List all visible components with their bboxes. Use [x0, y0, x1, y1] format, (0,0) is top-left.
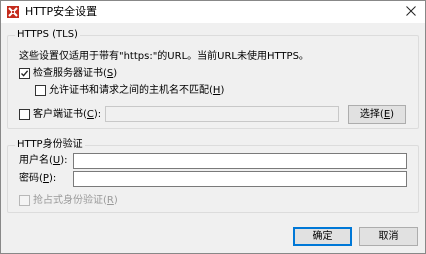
- https-note: 这些设置仅适用于带有"https:"的URL。当前URL未使用HTTPS。: [19, 51, 309, 62]
- allow-mismatch-label[interactable]: 允许证书和请求之间的主机名不匹配(H): [49, 85, 224, 97]
- check-server-cert-label[interactable]: 检查服务器证书(S): [33, 68, 117, 80]
- cancel-button[interactable]: 取消: [359, 227, 418, 246]
- preemptive-auth-label[interactable]: 抢占式身份验证(R): [33, 195, 118, 207]
- close-button[interactable]: [401, 3, 421, 21]
- check-server-cert-checkbox[interactable]: [19, 68, 30, 79]
- window-title: HTTP安全设置: [25, 5, 98, 18]
- client-cert-label[interactable]: 客户端证书(C):: [33, 109, 101, 121]
- password-label: 密码(P):: [19, 173, 57, 184]
- app-logo-icon: [7, 6, 19, 18]
- username-label: 用户名(U):: [19, 155, 68, 166]
- preemptive-auth-checkbox[interactable]: [19, 195, 30, 206]
- title-bar[interactable]: HTTP安全设置: [1, 1, 425, 23]
- https-group-legend: HTTPS (TLS): [15, 29, 80, 41]
- http-security-dialog: HTTP安全设置 HTTPS (TLS) 这些设置仅适用于带有"https:"的…: [0, 0, 426, 254]
- auth-group-legend: HTTP身份验证: [15, 139, 85, 151]
- ok-button[interactable]: 确定: [293, 227, 352, 246]
- close-icon: [406, 5, 416, 19]
- username-input[interactable]: [73, 153, 407, 169]
- client-cert-field[interactable]: [105, 106, 339, 122]
- password-input[interactable]: [73, 171, 407, 187]
- checkmark-icon: [21, 70, 29, 77]
- client-cert-checkbox[interactable]: [19, 109, 30, 120]
- choose-cert-button[interactable]: 选择(E): [348, 105, 406, 124]
- allow-mismatch-checkbox[interactable]: [35, 85, 46, 96]
